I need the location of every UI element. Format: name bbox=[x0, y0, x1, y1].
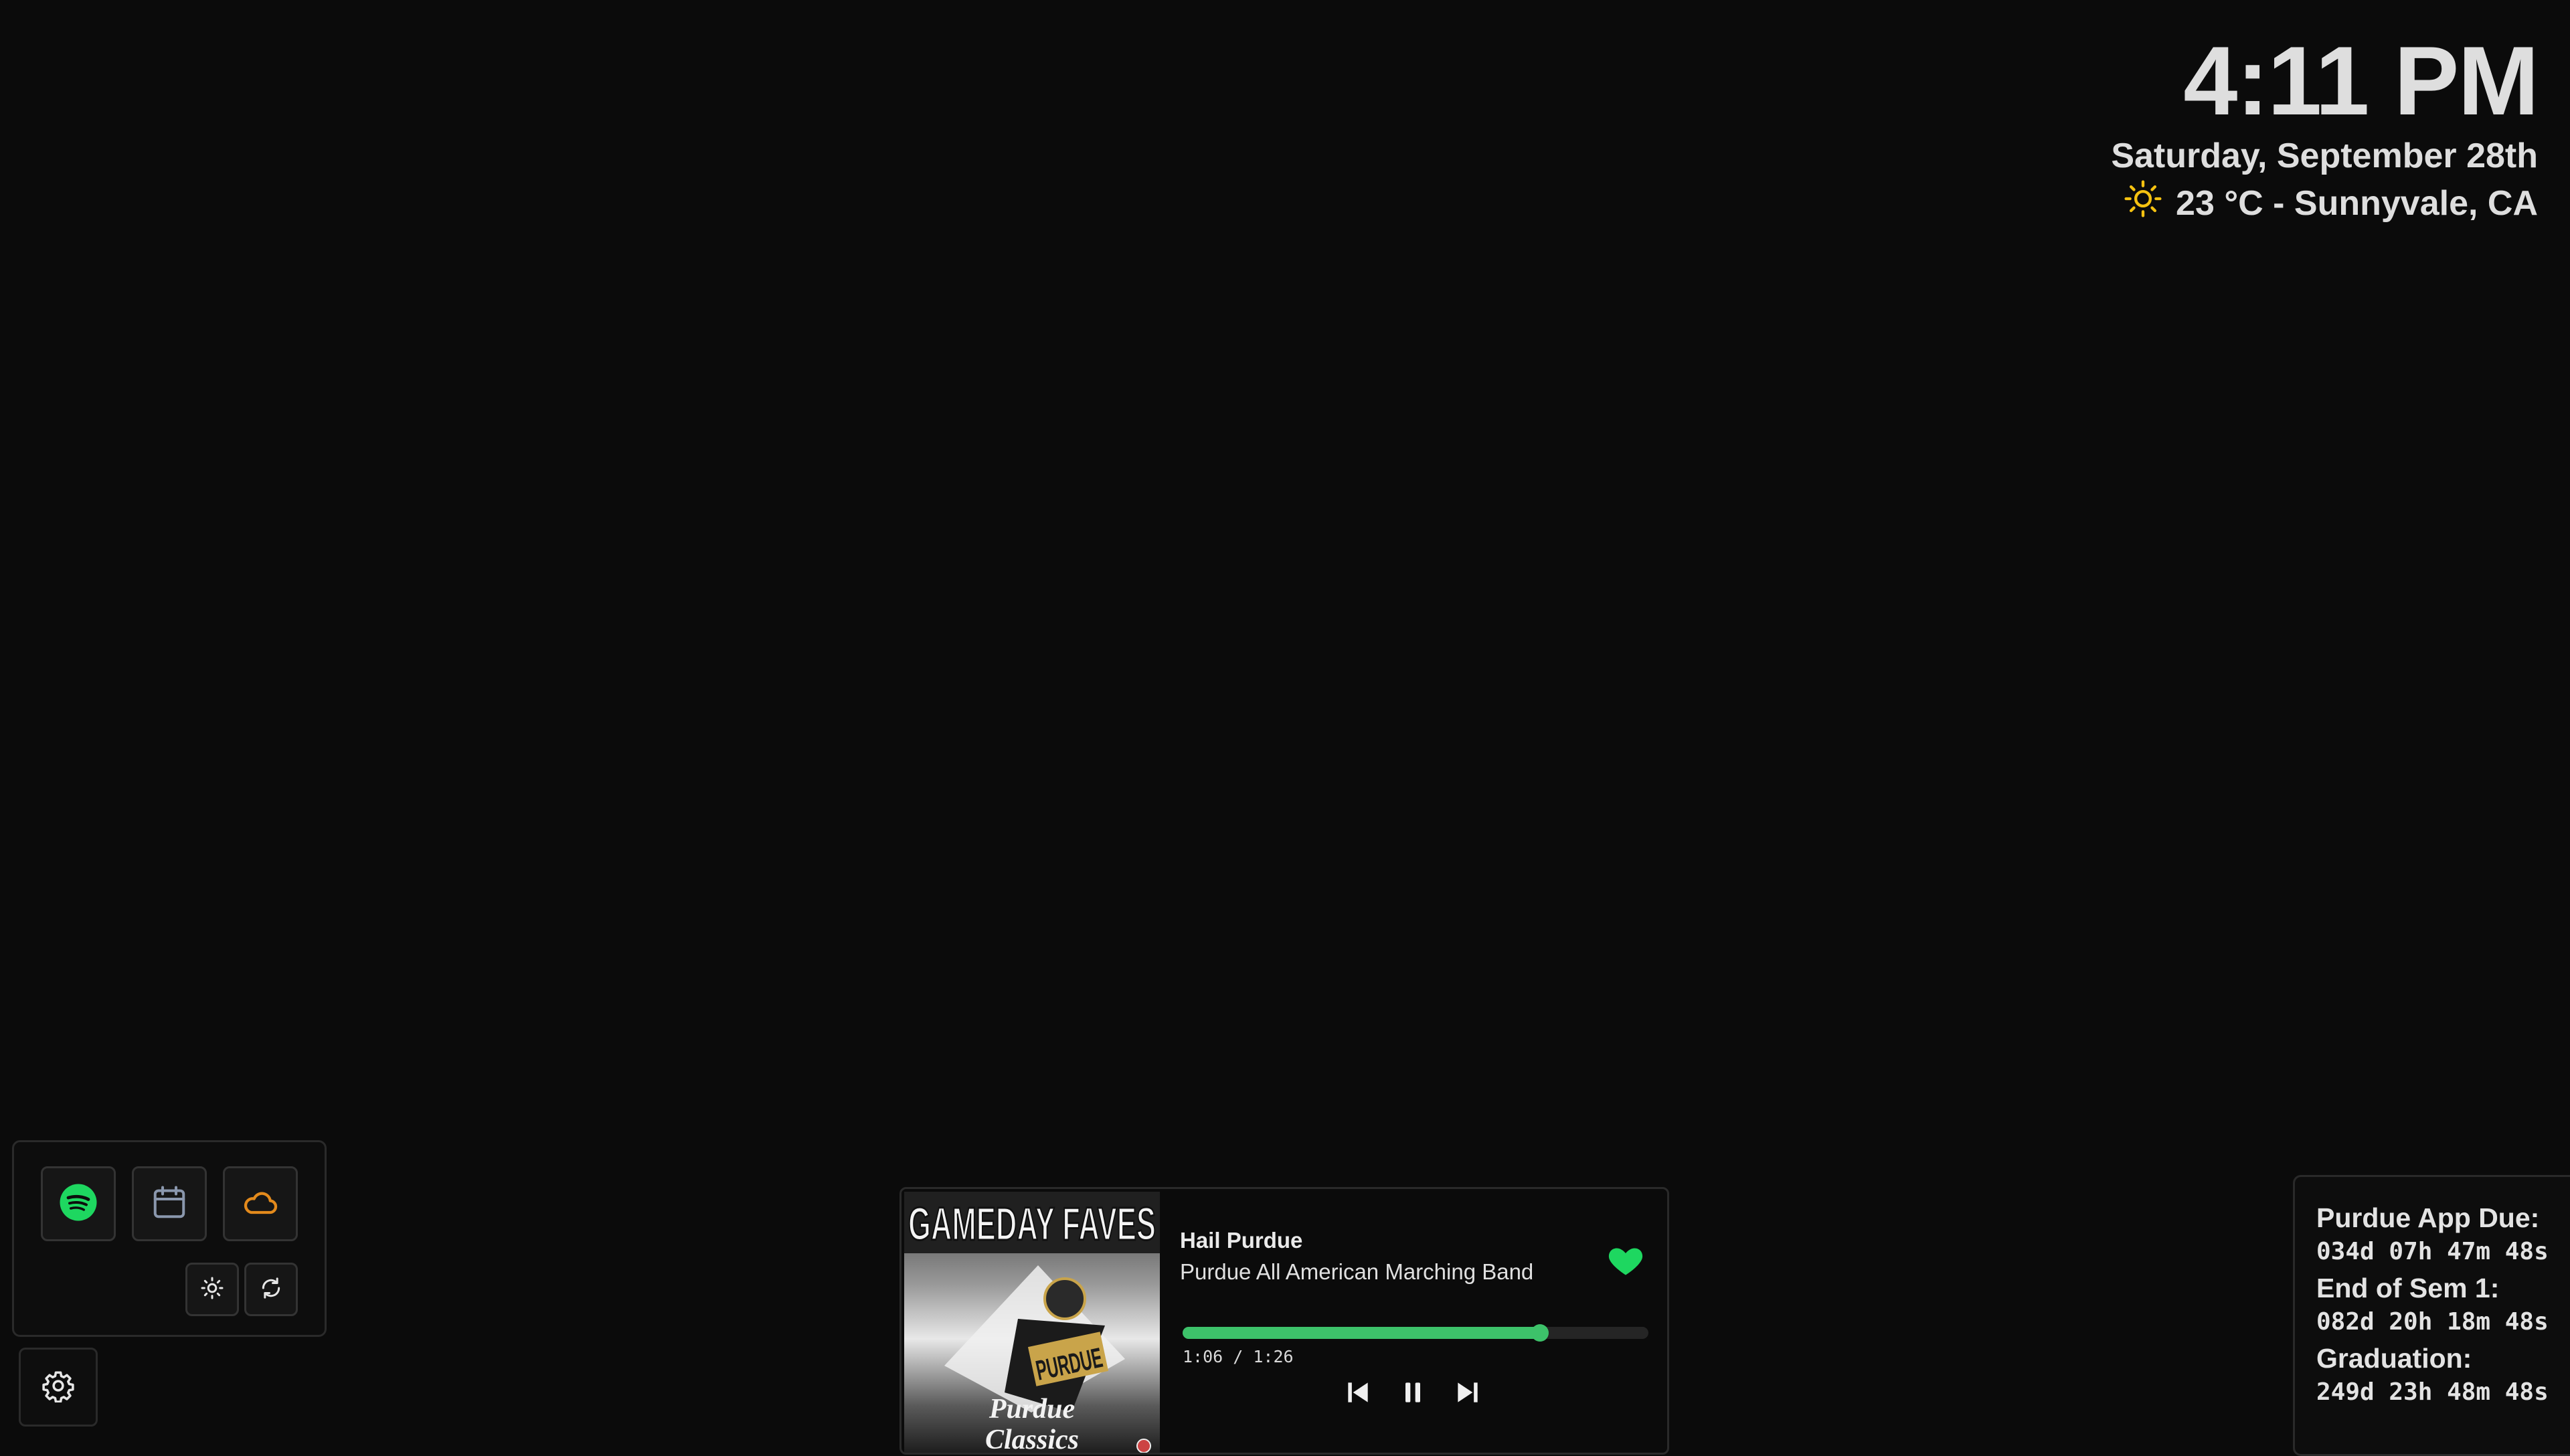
calendar-button[interactable] bbox=[132, 1166, 207, 1241]
album-art: GAMEDAY FAVES PURDUE Purdue Classics bbox=[904, 1192, 1160, 1455]
pause-icon bbox=[1398, 1378, 1428, 1410]
svg-text:Classics: Classics bbox=[985, 1425, 1079, 1455]
progress-bar[interactable] bbox=[1183, 1324, 1648, 1342]
track-title: Hail Purdue bbox=[1180, 1228, 1303, 1253]
refresh-button[interactable] bbox=[244, 1263, 298, 1316]
music-player: GAMEDAY FAVES PURDUE Purdue Classics Hai… bbox=[900, 1187, 1669, 1455]
like-button[interactable] bbox=[1606, 1240, 1646, 1280]
sun-icon bbox=[2124, 179, 2162, 227]
settings-button[interactable] bbox=[19, 1348, 98, 1427]
countdown-value: 034d 07h 47m 48s bbox=[2316, 1238, 2549, 1266]
previous-icon bbox=[1343, 1378, 1373, 1410]
weather-text: 23 °C - Sunnyvale, CA bbox=[2176, 184, 2538, 223]
spotify-button[interactable] bbox=[41, 1166, 116, 1241]
countdown-panel: Purdue App Due: 034d 07h 47m 48s End of … bbox=[2293, 1175, 2570, 1456]
clock-date: Saturday, September 28th bbox=[2111, 136, 2538, 175]
next-icon bbox=[1453, 1378, 1482, 1410]
track-artist: Purdue All American Marching Band bbox=[1180, 1259, 1534, 1284]
svg-text:GAMEDAY FAVES: GAMEDAY FAVES bbox=[908, 1198, 1156, 1250]
countdown-value: 082d 20h 18m 48s bbox=[2316, 1308, 2549, 1336]
app-launcher-panel bbox=[12, 1140, 327, 1337]
svg-text:Purdue: Purdue bbox=[989, 1394, 1075, 1425]
countdown-value: 249d 23h 48m 48s bbox=[2316, 1378, 2549, 1406]
cloud-icon bbox=[240, 1182, 280, 1226]
spotify-icon bbox=[58, 1182, 98, 1226]
playback-controls bbox=[1343, 1379, 1482, 1408]
weather-button[interactable] bbox=[223, 1166, 298, 1241]
countdown-label: Purdue App Due: bbox=[2316, 1202, 2540, 1233]
refresh-icon bbox=[258, 1275, 284, 1305]
clock-widget: 4:11 PM Saturday, September 28th 23 °C -… bbox=[2111, 26, 2539, 228]
progress-handle[interactable] bbox=[1531, 1324, 1549, 1342]
progress-fill bbox=[1183, 1327, 1540, 1339]
heart-icon bbox=[1606, 1248, 1646, 1283]
brightness-button[interactable] bbox=[185, 1263, 239, 1316]
gear-icon bbox=[41, 1369, 75, 1406]
pause-button[interactable] bbox=[1398, 1379, 1428, 1408]
countdown-label: Graduation: bbox=[2316, 1343, 2472, 1374]
previous-button[interactable] bbox=[1343, 1379, 1373, 1408]
brightness-icon bbox=[199, 1275, 226, 1305]
weather-line: 23 °C - Sunnyvale, CA bbox=[2111, 179, 2538, 227]
clock-time: 4:11 PM bbox=[2183, 26, 2539, 135]
countdown-label: End of Sem 1: bbox=[2316, 1273, 2500, 1304]
track-info: Hail Purdue Purdue All American Marching… bbox=[1180, 1226, 1533, 1288]
calendar-icon bbox=[149, 1182, 189, 1226]
progress-time: 1:06 / 1:26 bbox=[1183, 1347, 1294, 1366]
next-button[interactable] bbox=[1453, 1379, 1482, 1408]
